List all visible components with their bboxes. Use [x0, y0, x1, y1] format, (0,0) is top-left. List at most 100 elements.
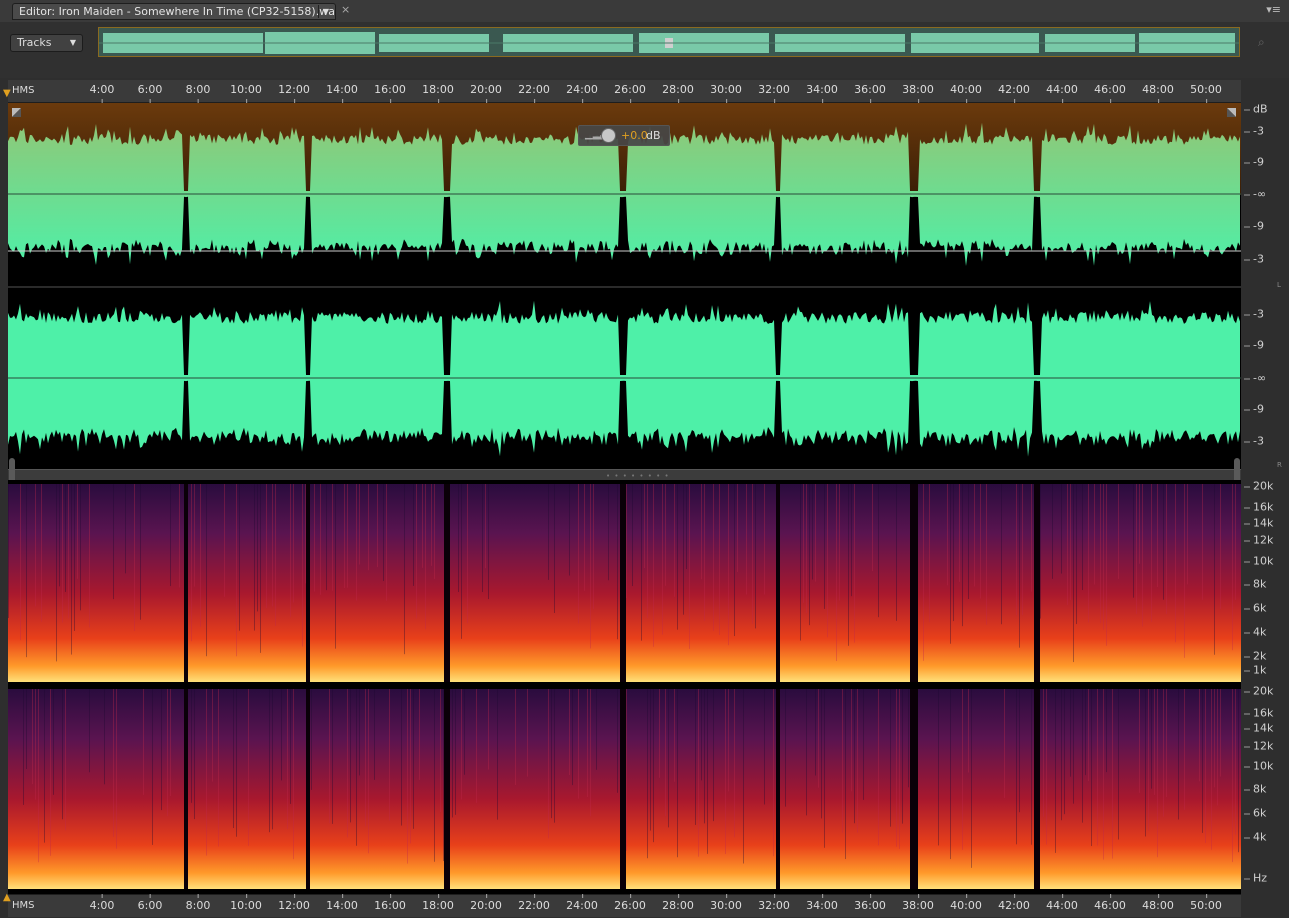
ruler-tick-label: 20:00: [470, 83, 502, 104]
time-ruler-bottom[interactable]: HMS 4:00 6:00 8:00 10:00 12:00 14:00 16:00 18:0…: [8, 894, 1241, 917]
volume-hud[interactable]: ▁▂▃ +0.0 dB: [578, 125, 670, 146]
ruler-tick-label: 26:00: [614, 83, 646, 104]
frequency-label: 8k: [1243, 782, 1267, 796]
frequency-label: 6k: [1243, 806, 1267, 820]
ruler-tick-label: 12:00: [278, 894, 310, 912]
ruler-tick-label: 40:00: [950, 894, 982, 912]
ruler-tick-label: 12:00: [278, 83, 310, 104]
amplitude-label: -3: [1244, 434, 1264, 448]
frequency-label: 14k: [1243, 721, 1274, 735]
frequency-label: 10k: [1243, 759, 1274, 773]
frequency-label: Hz: [1243, 871, 1268, 885]
amplitude-label: -∞: [1243, 371, 1267, 385]
ruler-tick-label: 30:00: [710, 83, 742, 104]
time-ruler-top[interactable]: HMS 4:00 6:00 8:00 10:00 12:00 14:00 16:00 18:0…: [8, 80, 1241, 104]
frequency-label: 16k: [1243, 500, 1274, 514]
frequency-label: 10k: [1243, 554, 1274, 568]
volume-knob-icon[interactable]: [601, 128, 616, 143]
ruler-tick-label: 32:00: [758, 894, 790, 912]
ruler-tick-label: 30:00: [710, 894, 742, 912]
amplitude-label: -∞: [1243, 187, 1267, 201]
ruler-tick-label: 42:00: [998, 83, 1030, 104]
ruler-tick-label: 44:00: [1046, 83, 1078, 104]
ruler-tick-label: 38:00: [902, 894, 934, 912]
chevron-down-icon[interactable]: ▼: [318, 5, 333, 18]
ruler-tick-label: 20:00: [470, 894, 502, 912]
time-format-label: HMS: [12, 900, 35, 911]
ruler-tick-label: 4:00: [89, 894, 115, 912]
ruler-tick-label: 18:00: [422, 83, 454, 104]
playhead-marker-icon[interactable]: ▲: [3, 892, 12, 904]
channel-right-label: R: [1277, 461, 1282, 469]
ruler-tick-label: 44:00: [1046, 894, 1078, 912]
splitter-grip-icon: • • • • • • • •: [606, 472, 670, 480]
ruler-tick-label: 18:00: [422, 894, 454, 912]
ruler-tick-label: 8:00: [185, 894, 211, 912]
time-format-label: HMS: [12, 85, 35, 96]
panel-menu-icon[interactable]: ▾≡: [1266, 4, 1281, 16]
spectral-display[interactable]: [8, 480, 1241, 894]
waveform-display[interactable]: [8, 103, 1241, 469]
ruler-tick-label: 24:00: [566, 83, 598, 104]
ruler-tick-label: 32:00: [758, 83, 790, 104]
amplitude-label: -3: [1244, 124, 1264, 138]
fade-out-handle-icon[interactable]: [1227, 108, 1236, 117]
amplitude-label: -9: [1244, 155, 1264, 169]
amplitude-scale: dB -3 -9 -∞ -9 -3 -3 -9 -∞ -9 -3 L R: [1241, 103, 1289, 469]
ruler-tick-label: 28:00: [662, 83, 694, 104]
ruler-tick-label: 50:00: [1190, 83, 1222, 104]
frequency-label: 20k: [1243, 479, 1274, 493]
ruler-tick-label: 50:00: [1190, 894, 1222, 912]
ruler-tick-label: 14:00: [326, 894, 358, 912]
editor-tab-title: Editor: Iron Maiden - Somewhere In Time …: [19, 5, 336, 18]
ruler-tick-label: 22:00: [518, 894, 550, 912]
ruler-tick-label: 48:00: [1142, 894, 1174, 912]
channel-left-label: L: [1277, 281, 1281, 289]
frequency-label: 16k: [1243, 706, 1274, 720]
fade-in-handle-icon[interactable]: [12, 108, 21, 117]
frequency-label: 8k: [1243, 577, 1267, 591]
frequency-label: 6k: [1243, 601, 1267, 615]
ruler-tick-label: 4:00: [89, 83, 115, 104]
ruler-tick-label: 6:00: [137, 83, 163, 104]
ruler-tick-label: 42:00: [998, 894, 1030, 912]
editor-tab[interactable]: Editor: Iron Maiden - Somewhere In Time …: [12, 3, 336, 20]
frequency-label: 2k: [1243, 649, 1267, 663]
amplitude-label: -3: [1244, 252, 1264, 266]
amplitude-label: -9: [1244, 402, 1264, 416]
ruler-tick-label: 48:00: [1142, 83, 1174, 104]
ruler-tick-label: 16:00: [374, 894, 406, 912]
volume-value: +0.0: [621, 129, 648, 142]
playhead-marker-icon[interactable]: ▼: [3, 88, 12, 100]
chevron-down-icon: ▼: [69, 38, 76, 47]
close-icon[interactable]: ×: [341, 4, 351, 16]
frequency-scale: 20k 16k 14k 12k 10k 8k 6k 4k 2k 1k 20k 16k 14k 12k 10k…: [1241, 480, 1289, 894]
amplitude-unit: dB: [1244, 102, 1268, 116]
ruler-tick-label: 36:00: [854, 894, 886, 912]
frequency-label: 4k: [1243, 830, 1267, 844]
ruler-tick-label: 24:00: [566, 894, 598, 912]
tracks-dropdown[interactable]: Tracks ▼: [10, 34, 83, 52]
frequency-label: 1k: [1243, 663, 1267, 677]
frequency-label: 12k: [1243, 533, 1274, 547]
spectral-channels: [8, 484, 1241, 889]
amplitude-label: -9: [1244, 219, 1264, 233]
ruler-tick-label: 10:00: [230, 83, 262, 104]
ruler-tick-label: 40:00: [950, 83, 982, 104]
ruler-tick-label: 16:00: [374, 83, 406, 104]
frequency-label: 20k: [1243, 684, 1274, 698]
overview-navigator[interactable]: [98, 27, 1240, 57]
ruler-tick-label: 34:00: [806, 894, 838, 912]
frequency-label: 4k: [1243, 625, 1267, 639]
ruler-tick-label: 26:00: [614, 894, 646, 912]
ruler-tick-label: 8:00: [185, 83, 211, 104]
ruler-tick-label: 34:00: [806, 83, 838, 104]
ruler-tick-label: 38:00: [902, 83, 934, 104]
ruler-tick-label: 22:00: [518, 83, 550, 104]
amplitude-label: -3: [1244, 307, 1264, 321]
ruler-tick-label: 10:00: [230, 894, 262, 912]
ruler-tick-label: 36:00: [854, 83, 886, 104]
frequency-label: 14k: [1243, 516, 1274, 530]
magnifier-icon[interactable]: ⌕: [1258, 35, 1272, 49]
tracks-label: Tracks: [17, 36, 52, 49]
